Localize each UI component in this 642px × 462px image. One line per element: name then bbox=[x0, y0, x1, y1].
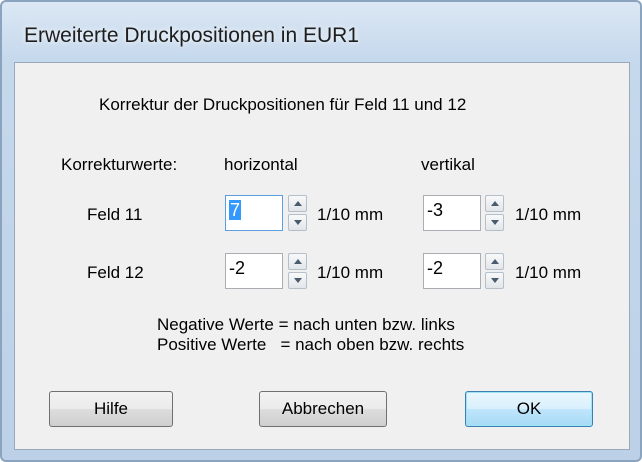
feld-11-vertical-input[interactable]: -3 bbox=[423, 195, 481, 231]
arrow-up-icon bbox=[294, 201, 302, 206]
negative-values-note: Negative Werte = nach unten bzw. links bbox=[157, 315, 455, 334]
feld-11-label: Feld 11 bbox=[87, 205, 143, 224]
spin-down-button[interactable] bbox=[485, 272, 504, 289]
spin-down-button[interactable] bbox=[288, 214, 307, 231]
feld-11-vertical-spinner[interactable] bbox=[485, 195, 504, 231]
feld-12-horizontal-value: -2 bbox=[229, 258, 246, 278]
cancel-button[interactable]: Abbrechen bbox=[259, 391, 387, 427]
positive-values-note: Positive Werte = nach oben bzw. rechts bbox=[157, 335, 465, 354]
title-bar[interactable]: Erweiterte Druckpositionen in EUR1 bbox=[2, 2, 640, 62]
correction-values-label: Korrekturwerte: bbox=[61, 155, 178, 174]
feld-12-vertical-input[interactable]: -2 bbox=[423, 253, 481, 289]
dialog-window: Erweiterte Druckpositionen in EUR1 Korre… bbox=[0, 0, 642, 462]
spin-up-button[interactable] bbox=[288, 253, 307, 270]
feld-12-vertical-spinner[interactable] bbox=[485, 253, 504, 289]
arrow-up-icon bbox=[294, 259, 302, 264]
feld-12-label: Feld 12 bbox=[87, 263, 144, 282]
feld-11-horizontal-value: 7 bbox=[229, 200, 242, 220]
spin-down-button[interactable] bbox=[288, 272, 307, 289]
arrow-down-icon bbox=[491, 220, 499, 225]
help-button[interactable]: Hilfe bbox=[49, 391, 173, 427]
dialog-content: Korrektur der Druckpositionen für Feld 1… bbox=[14, 62, 630, 450]
vertical-column-label: vertikal bbox=[421, 155, 475, 174]
feld-12-horizontal-spinner[interactable] bbox=[288, 253, 307, 289]
feld-11-horizontal-input[interactable]: 7 bbox=[225, 195, 283, 231]
feld-11-horizontal-spinner[interactable] bbox=[288, 195, 307, 231]
header-text: Korrektur der Druckpositionen für Feld 1… bbox=[99, 95, 467, 114]
arrow-down-icon bbox=[294, 220, 302, 225]
feld-11-vertical-value: -3 bbox=[427, 200, 444, 220]
feld-12-vertical-unit: 1/10 mm bbox=[515, 263, 582, 282]
feld-11-horizontal-unit: 1/10 mm bbox=[317, 205, 384, 224]
feld-12-vertical-value: -2 bbox=[427, 258, 444, 278]
arrow-up-icon bbox=[491, 259, 499, 264]
spin-down-button[interactable] bbox=[485, 214, 504, 231]
horizontal-column-label: horizontal bbox=[224, 155, 298, 174]
spin-up-button[interactable] bbox=[288, 195, 307, 212]
arrow-down-icon bbox=[491, 278, 499, 283]
ok-button[interactable]: OK bbox=[465, 391, 593, 427]
feld-11-vertical-unit: 1/10 mm bbox=[515, 205, 582, 224]
window-title: Erweiterte Druckpositionen in EUR1 bbox=[24, 24, 359, 47]
feld-12-horizontal-input[interactable]: -2 bbox=[225, 253, 283, 289]
spin-up-button[interactable] bbox=[485, 195, 504, 212]
arrow-up-icon bbox=[491, 201, 499, 206]
feld-12-horizontal-unit: 1/10 mm bbox=[317, 263, 384, 282]
spin-up-button[interactable] bbox=[485, 253, 504, 270]
arrow-down-icon bbox=[294, 278, 302, 283]
